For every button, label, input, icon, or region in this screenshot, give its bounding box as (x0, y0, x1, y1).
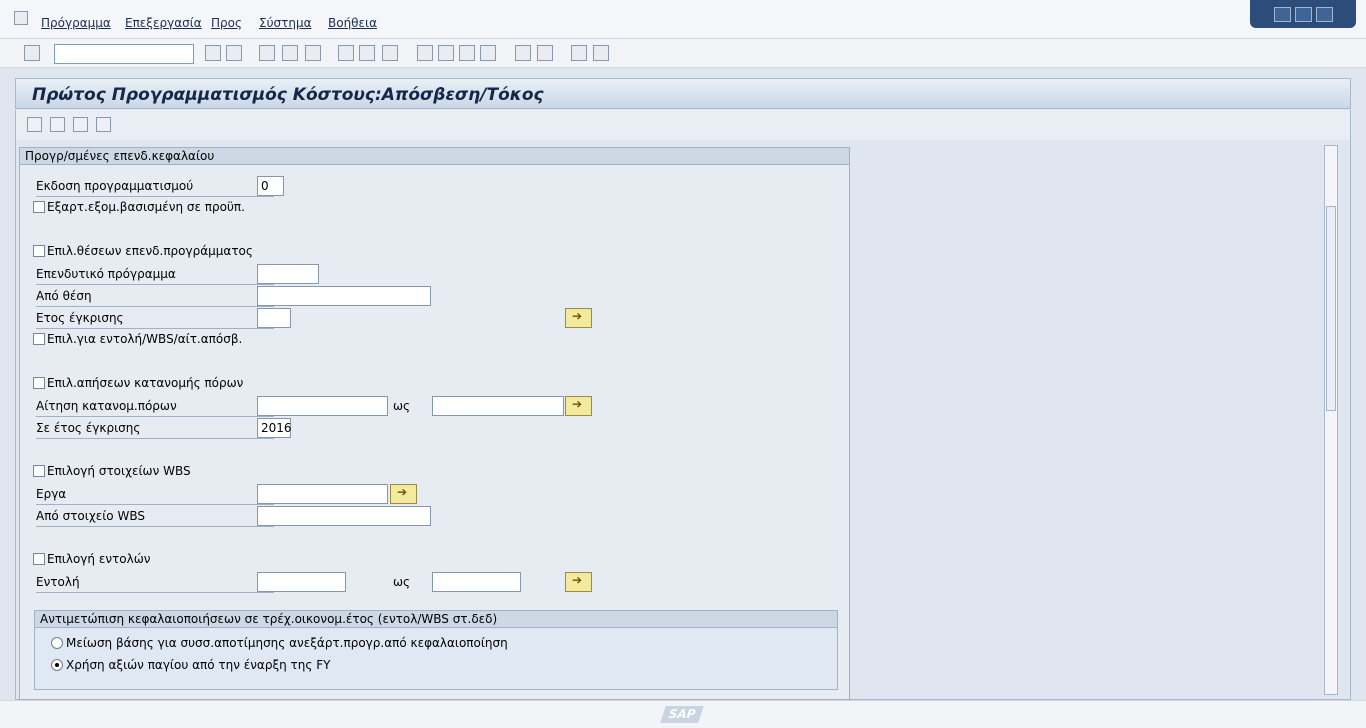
from-wbs-input[interactable] (257, 506, 431, 526)
from-position-input[interactable] (257, 286, 431, 306)
multiple-selection-button[interactable] (565, 396, 592, 416)
order-to-input[interactable] (432, 572, 521, 592)
title-bar: Πρώτος Προγραμματισμός Κόστους:Απόσβεση/… (15, 78, 1351, 109)
projects-input[interactable] (257, 484, 388, 504)
menu-program[interactable]: Πρόγραμμα (41, 16, 111, 30)
capital-investments-group: Προγρ/σμένες επενδ.κεφαλαίου Εκδοση προγ… (19, 147, 850, 700)
window-controls (1250, 0, 1356, 28)
new-session-icon[interactable] (515, 45, 531, 61)
menu-system[interactable]: Σύστημα (259, 16, 312, 30)
system-menu-icon[interactable] (14, 11, 28, 25)
checkbox-box[interactable] (33, 333, 45, 345)
order-label: Εντολή (36, 572, 274, 593)
standard-toolbar (0, 38, 1366, 68)
radio-circle[interactable] (51, 637, 63, 649)
enter-icon[interactable] (24, 45, 40, 61)
version-label: Εκδοση προγραμματισμού (36, 176, 274, 197)
capitalization-group: Αντιμετώπιση κεφαλαιοποιήσεων σε τρέχ.οι… (34, 610, 838, 690)
radio-circle[interactable] (51, 659, 63, 671)
help-icon[interactable] (571, 45, 587, 61)
from-position-label: Από θέση (36, 286, 274, 307)
menu-help[interactable]: Βοήθεια (328, 16, 377, 30)
to-label: ως (393, 399, 411, 413)
save-icon[interactable] (226, 45, 242, 61)
version-input[interactable]: 0 (257, 176, 284, 196)
menu-edit[interactable]: Επεξεργασία (125, 16, 202, 30)
close-button[interactable] (1315, 6, 1333, 22)
checkbox-dependent-adjustment[interactable]: Εξαρτ.εξομ.βασισμένη σε προϋπ. (33, 198, 245, 216)
application-toolbar (15, 110, 1351, 140)
from-wbs-label: Από στοιχείο WBS (36, 506, 274, 527)
investment-program-input[interactable] (257, 264, 319, 284)
order-from-input[interactable] (257, 572, 346, 592)
to-label: ως (393, 575, 411, 589)
checkbox-box[interactable] (33, 553, 45, 565)
checkbox-box[interactable] (33, 377, 45, 389)
back-icon[interactable] (259, 45, 275, 61)
multiple-selection-button[interactable] (565, 308, 592, 328)
command-field[interactable] (54, 44, 194, 64)
checkbox-orders[interactable]: Επιλογή εντολών (33, 550, 150, 568)
investment-program-label: Επενδυτικό πρόγραμμα (36, 264, 274, 285)
approval-year-input[interactable] (257, 308, 291, 328)
back-arrow-icon[interactable] (205, 45, 221, 61)
print-icon[interactable] (338, 45, 354, 61)
request-label: Αίτηση κατανομ.πόρων (36, 396, 274, 417)
execute-icon[interactable] (27, 117, 42, 132)
status-bar: SAP (0, 700, 1366, 728)
find-icon[interactable] (359, 45, 375, 61)
layout-menu-icon[interactable] (593, 45, 609, 61)
sap-logo: SAP (660, 706, 704, 723)
vertical-scrollbar[interactable] (1324, 145, 1338, 695)
previous-page-icon[interactable] (438, 45, 454, 61)
request-from-input[interactable] (257, 396, 388, 416)
in-approval-year-input[interactable]: 2016 (257, 418, 292, 438)
exit-icon[interactable] (282, 45, 298, 61)
page-title: Πρώτος Προγραμματισμός Κόστους:Απόσβεση/… (32, 85, 544, 105)
checkbox-box[interactable] (33, 201, 45, 213)
shortcut-icon[interactable] (537, 45, 553, 61)
checkbox-select-positions[interactable]: Επιλ.θέσεων επενδ.προγράμματος (33, 242, 253, 260)
maximize-button[interactable] (1294, 6, 1312, 22)
selection-options-icon[interactable] (73, 117, 88, 132)
multiple-selection-button[interactable] (565, 572, 592, 592)
in-approval-year-label: Σε έτος έγκρισης (36, 418, 274, 439)
multiple-selection-button[interactable] (390, 484, 417, 504)
checkbox-appropriation-requests[interactable]: Επιλ.απήσεων κατανομής πόρων (33, 374, 243, 392)
checkbox-order-wbs[interactable]: Επιλ.για εντολή/WBS/αίτ.απόσβ. (33, 330, 242, 348)
menu-bar: Πρόγραμμα Επεξεργασία Προς Σύστημα Βοήθε… (0, 0, 1366, 38)
checkbox-wbs-elements[interactable]: Επιλογή στοιχείων WBS (33, 462, 191, 480)
subgroup-header: Αντιμετώπιση κεφαλαιοποιήσεων σε τρέχ.οι… (35, 611, 837, 628)
radio-reduce-base[interactable]: Μείωση βάσης για συσσ.αποτίμησης ανεξάρτ… (51, 634, 508, 652)
menu-goto[interactable]: Προς (211, 16, 242, 30)
radio-use-asset-values[interactable]: Χρήση αξιών παγίου από την έναρξη της FY (51, 656, 330, 674)
group-header: Προγρ/σμένες επενδ.κεφαλαίου (20, 148, 849, 165)
dynamic-selection-icon[interactable] (96, 117, 111, 132)
projects-label: Εργα (36, 484, 274, 505)
cancel-icon[interactable] (305, 45, 321, 61)
find-next-icon[interactable] (382, 45, 398, 61)
approval-year-label: Ετος έγκρισης (36, 308, 274, 329)
checkbox-box[interactable] (33, 245, 45, 257)
main-content: Προγρ/σμένες επενδ.κεφαλαίου Εκδοση προγ… (15, 140, 1351, 700)
last-page-icon[interactable] (480, 45, 496, 61)
next-page-icon[interactable] (459, 45, 475, 61)
scroll-thumb[interactable] (1326, 206, 1336, 411)
request-to-input[interactable] (432, 396, 564, 416)
minimize-button[interactable] (1273, 6, 1291, 22)
checkbox-box[interactable] (33, 465, 45, 477)
variants-icon[interactable] (50, 117, 65, 132)
first-page-icon[interactable] (417, 45, 433, 61)
